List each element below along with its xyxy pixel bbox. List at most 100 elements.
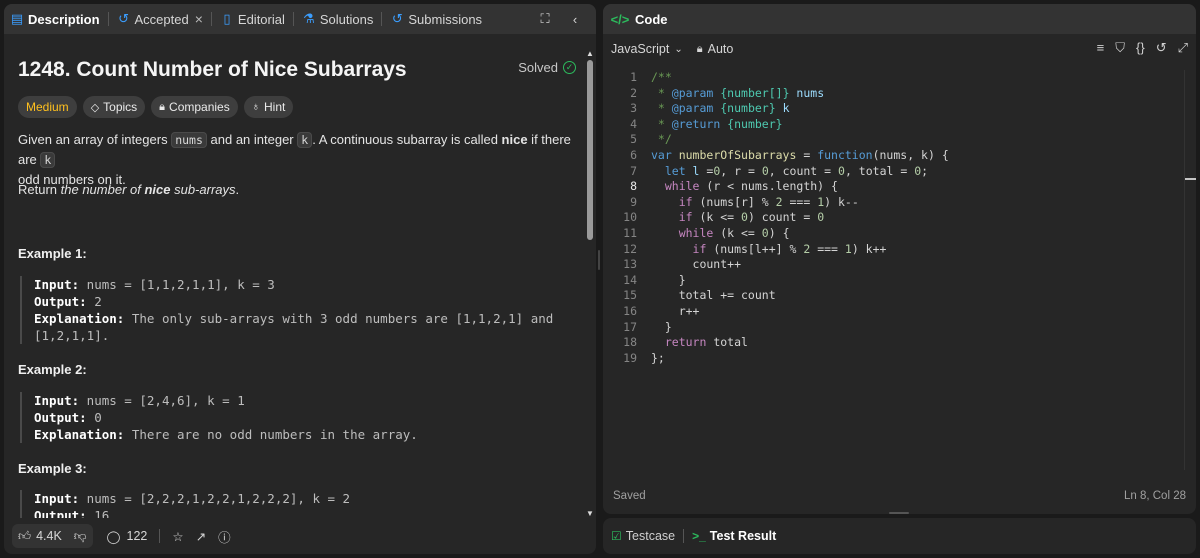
token: =: [699, 163, 714, 178]
tab-label: Test Result: [709, 529, 777, 543]
bookmark-icon[interactable]: ⛉: [1115, 40, 1125, 56]
code-line: while (r < nums.length) {: [651, 179, 838, 195]
collapse-button[interactable]: ‹: [562, 4, 596, 34]
chevron-left-icon: ‹: [572, 11, 578, 27]
topics-tag[interactable]: ◇ Topics: [82, 96, 146, 118]
example-block: Input: nums = [2,2,2,1,2,2,1,2,2,2], k =…: [20, 490, 580, 518]
console-tabs: ☑ Testcase >_ Test Result: [611, 518, 776, 554]
input-value: nums = [2,2,2,1,2,2,1,2,2,2], k = 2: [79, 491, 351, 506]
tab-divider: [683, 529, 685, 543]
companies-tag[interactable]: 🔒︎ Companies: [151, 96, 238, 118]
chevron-down-icon: ⌄: [674, 43, 683, 55]
favorite-button[interactable]: ☆: [166, 524, 189, 548]
fullscreen-button[interactable]: ⛶: [532, 4, 562, 34]
token: 0: [817, 210, 825, 225]
output-value: 16: [86, 508, 110, 518]
token: (k <=: [692, 210, 742, 225]
save-status: Saved: [613, 490, 646, 502]
description-scrollbar[interactable]: ▲ ▼: [586, 50, 594, 518]
reset-icon[interactable]: ↺: [1156, 40, 1167, 56]
editor-scrollbar[interactable]: [1184, 70, 1196, 470]
tab-label: Editorial: [237, 11, 285, 27]
line-number: 8: [630, 179, 637, 194]
token: 0: [838, 163, 845, 178]
tab-description[interactable]: ▤ Description: [4, 4, 106, 34]
share-button[interactable]: ↗: [190, 524, 212, 548]
token: ) k--: [824, 194, 859, 209]
maximize-icon[interactable]: ⤢: [1178, 40, 1188, 56]
line-number: 7: [630, 163, 637, 178]
dislike-button[interactable]: 👎︎: [68, 524, 93, 548]
tag-label: Hint: [263, 100, 286, 114]
language-select[interactable]: JavaScript ⌄: [611, 42, 683, 56]
example-block: Input: nums = [1,1,2,1,1], k = 3 Output:…: [20, 276, 580, 344]
line-number: 18: [623, 335, 637, 350]
tab-label: Testcase: [625, 529, 676, 543]
tab-editorial[interactable]: ▯ Editorial: [214, 4, 291, 34]
description-footer: 👍︎ 4.4K 👎︎ ◯ 122 ☆ ↗ ⓘ: [4, 518, 596, 554]
book-icon: ▯: [223, 11, 231, 26]
help-button[interactable]: ⓘ: [212, 524, 237, 548]
check-circle-icon: ✓: [563, 61, 576, 74]
desc-italic: sub-arrays: [170, 182, 236, 197]
token: *: [651, 116, 672, 131]
tab-code[interactable]: </> Code: [603, 4, 674, 34]
difficulty-badge: Medium: [18, 96, 77, 118]
code-line: }: [651, 272, 686, 287]
input-value: nums = [2,4,6], k = 1: [79, 393, 245, 408]
code-line: * @param {number} k: [651, 101, 790, 117]
left-tabbar: ▤ Description ↺ Accepted × ▯ Editorial ⚗…: [4, 4, 596, 34]
token: ;: [921, 163, 929, 178]
tab-submissions[interactable]: ↺ Submissions: [384, 4, 488, 34]
scrollbar-thumb[interactable]: [587, 60, 593, 240]
tab-divider: [381, 12, 383, 26]
vertical-resizer[interactable]: [889, 512, 909, 514]
token: numberOfSubarrays: [678, 148, 797, 162]
comment-icon: ◯: [106, 529, 121, 544]
problem-title[interactable]: 1248. Count Number of Nice Subarrays: [18, 58, 407, 82]
solved-label: Solved: [518, 60, 558, 75]
code-editor[interactable]: 1 /** 2 * @param {number[]} nums 3 * @par…: [603, 70, 1182, 474]
scroll-up-icon[interactable]: ▲: [586, 50, 594, 58]
auto-mode[interactable]: 🔒︎ Auto: [697, 42, 734, 56]
problem-return: Return the number of nice sub-arrays.: [18, 180, 578, 200]
share-icon: ↗: [195, 529, 207, 544]
example-heading: Example 3:: [18, 461, 87, 476]
input-label: Input:: [34, 491, 80, 506]
tab-testcase[interactable]: ☑ Testcase: [611, 529, 675, 543]
tag-label: Topics: [103, 100, 138, 114]
token: (r < nums.length) {: [699, 179, 838, 194]
example-heading: Example 1:: [18, 246, 87, 261]
scroll-down-icon[interactable]: ▼: [586, 510, 594, 518]
tab-label: Solutions: [319, 11, 374, 27]
tag-label: Companies: [169, 100, 230, 114]
code-line: if (k <= 0) count = 0: [651, 210, 824, 226]
star-icon: ☆: [172, 529, 184, 544]
token: *: [651, 85, 672, 100]
history-icon: ↺: [391, 11, 403, 26]
format-icon[interactable]: ≡: [1097, 40, 1105, 56]
tab-accepted[interactable]: ↺ Accepted ×: [111, 4, 209, 34]
line-number: 2: [630, 85, 637, 100]
line-number: 15: [623, 288, 637, 303]
code-line: while (k <= 0) {: [651, 226, 790, 242]
token: function: [817, 148, 873, 162]
tab-solutions[interactable]: ⚗ Solutions: [296, 4, 379, 34]
hint-tag[interactable]: ♁ Hint: [243, 96, 294, 118]
line-number: 13: [623, 257, 637, 272]
close-icon[interactable]: ×: [195, 11, 203, 27]
tab-divider: [292, 12, 294, 26]
panel-resizer[interactable]: [598, 250, 600, 270]
token: {number}: [713, 101, 776, 116]
output-value: 2: [86, 294, 102, 309]
description-content[interactable]: 1248. Count Number of Nice Subarrays Sol…: [4, 34, 584, 518]
code-line: * @return {number}: [651, 117, 783, 133]
token: (nums[l++] %: [706, 241, 804, 256]
tab-test-result[interactable]: >_ Test Result: [692, 529, 776, 543]
like-button[interactable]: 👍︎ 4.4K: [12, 524, 68, 548]
token: ) {: [768, 226, 790, 240]
comments-button[interactable]: ◯ 122: [101, 524, 154, 548]
braces-icon[interactable]: {}: [1136, 40, 1145, 56]
lightbulb-icon: ♁: [251, 101, 260, 113]
token: @param: [671, 85, 714, 100]
